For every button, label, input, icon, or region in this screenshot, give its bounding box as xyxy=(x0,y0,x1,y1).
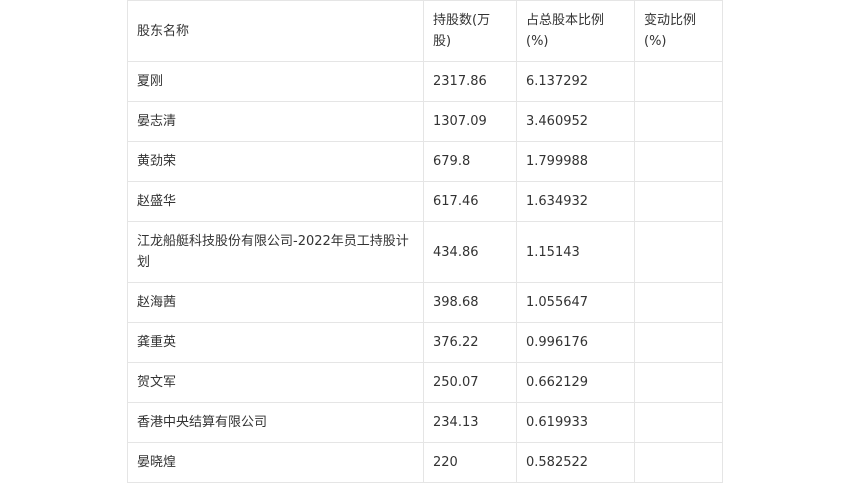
cell-ratio: 1.634932 xyxy=(516,181,635,222)
cell-ratio: 1.799988 xyxy=(516,141,635,182)
shareholder-table: 股东名称 持股数(万股) 占总股本比例(%) 变动比例(%) 夏刚 2317.8… xyxy=(127,0,723,483)
cell-change xyxy=(634,221,723,283)
cell-change xyxy=(634,322,723,363)
cell-change xyxy=(634,101,723,142)
cell-ratio: 1.055647 xyxy=(516,282,635,323)
shareholder-table-container: 股东名称 持股数(万股) 占总股本比例(%) 变动比例(%) 夏刚 2317.8… xyxy=(127,0,723,483)
cell-name: 龚重英 xyxy=(127,322,424,363)
cell-shares: 617.46 xyxy=(423,181,517,222)
table-row: 晏志清 1307.09 3.460952 xyxy=(127,101,723,142)
table-row: 夏刚 2317.86 6.137292 xyxy=(127,61,723,102)
cell-shares: 398.68 xyxy=(423,282,517,323)
cell-change xyxy=(634,141,723,182)
cell-ratio: 0.996176 xyxy=(516,322,635,363)
table-row: 龚重英 376.22 0.996176 xyxy=(127,322,723,363)
cell-change xyxy=(634,61,723,102)
cell-shares: 1307.09 xyxy=(423,101,517,142)
cell-name: 晏志清 xyxy=(127,101,424,142)
cell-name: 江龙船艇科技股份有限公司-2022年员工持股计划 xyxy=(127,221,424,283)
cell-change xyxy=(634,402,723,443)
header-shares: 持股数(万股) xyxy=(423,0,517,62)
cell-change xyxy=(634,282,723,323)
header-ratio: 占总股本比例(%) xyxy=(516,0,635,62)
table-header-row: 股东名称 持股数(万股) 占总股本比例(%) 变动比例(%) xyxy=(127,0,723,62)
cell-change xyxy=(634,442,723,483)
header-change: 变动比例(%) xyxy=(634,0,723,62)
table-row: 江龙船艇科技股份有限公司-2022年员工持股计划 434.86 1.15143 xyxy=(127,221,723,283)
cell-name: 香港中央结算有限公司 xyxy=(127,402,424,443)
cell-shares: 2317.86 xyxy=(423,61,517,102)
cell-change xyxy=(634,181,723,222)
cell-name: 赵海茜 xyxy=(127,282,424,323)
header-shareholder-name: 股东名称 xyxy=(127,0,424,62)
cell-ratio: 0.582522 xyxy=(516,442,635,483)
cell-name: 赵盛华 xyxy=(127,181,424,222)
cell-name: 贺文军 xyxy=(127,362,424,403)
cell-ratio: 0.619933 xyxy=(516,402,635,443)
table-row: 香港中央结算有限公司 234.13 0.619933 xyxy=(127,402,723,443)
cell-ratio: 3.460952 xyxy=(516,101,635,142)
cell-shares: 234.13 xyxy=(423,402,517,443)
cell-shares: 376.22 xyxy=(423,322,517,363)
table-row: 赵盛华 617.46 1.634932 xyxy=(127,181,723,222)
table-row: 晏晓煌 220 0.582522 xyxy=(127,442,723,483)
cell-name: 黄劲荣 xyxy=(127,141,424,182)
table-row: 黄劲荣 679.8 1.799988 xyxy=(127,141,723,182)
cell-ratio: 1.15143 xyxy=(516,221,635,283)
cell-shares: 679.8 xyxy=(423,141,517,182)
cell-name: 夏刚 xyxy=(127,61,424,102)
cell-shares: 220 xyxy=(423,442,517,483)
cell-shares: 250.07 xyxy=(423,362,517,403)
cell-shares: 434.86 xyxy=(423,221,517,283)
cell-name: 晏晓煌 xyxy=(127,442,424,483)
table-row: 赵海茜 398.68 1.055647 xyxy=(127,282,723,323)
cell-ratio: 6.137292 xyxy=(516,61,635,102)
table-row: 贺文军 250.07 0.662129 xyxy=(127,362,723,403)
cell-change xyxy=(634,362,723,403)
cell-ratio: 0.662129 xyxy=(516,362,635,403)
